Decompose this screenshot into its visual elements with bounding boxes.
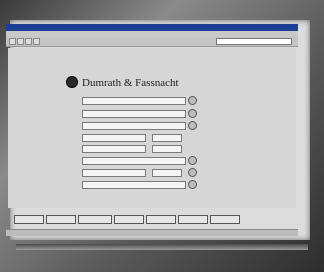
toolbar-button[interactable]	[25, 38, 32, 45]
toolbar-select[interactable]	[216, 38, 292, 45]
toolbar	[6, 37, 298, 47]
footer-button[interactable]	[78, 215, 112, 224]
toolbar-button[interactable]	[33, 38, 40, 45]
lookup-button[interactable]	[188, 109, 197, 118]
footer-button[interactable]	[146, 215, 176, 224]
footer-button[interactable]	[210, 215, 240, 224]
form-field[interactable]	[82, 157, 186, 165]
lookup-button[interactable]	[188, 180, 197, 189]
footer-button[interactable]	[114, 215, 144, 224]
form-field[interactable]	[82, 181, 186, 189]
form-field[interactable]	[82, 97, 186, 105]
form-field[interactable]	[82, 122, 186, 130]
form-field[interactable]	[82, 110, 186, 118]
status-bar	[6, 229, 298, 236]
monitor-bottom-edge	[16, 244, 308, 250]
logo-icon	[66, 76, 78, 88]
footer-button[interactable]	[14, 215, 44, 224]
form-field[interactable]	[152, 145, 182, 153]
footer-button[interactable]	[46, 215, 76, 224]
toolbar-button[interactable]	[9, 38, 16, 45]
form-field[interactable]	[82, 145, 146, 153]
lookup-button[interactable]	[188, 96, 197, 105]
window-title-bar	[6, 24, 298, 31]
company-logo-text: Dumrath & Fassnacht	[82, 77, 179, 89]
lookup-button[interactable]	[188, 121, 197, 130]
lookup-button[interactable]	[188, 156, 197, 165]
footer-button[interactable]	[178, 215, 208, 224]
form-field[interactable]	[152, 169, 182, 177]
lookup-button[interactable]	[188, 168, 197, 177]
form-field[interactable]	[152, 134, 182, 142]
form-field[interactable]	[82, 134, 146, 142]
form-field[interactable]	[82, 169, 146, 177]
toolbar-button[interactable]	[17, 38, 24, 45]
